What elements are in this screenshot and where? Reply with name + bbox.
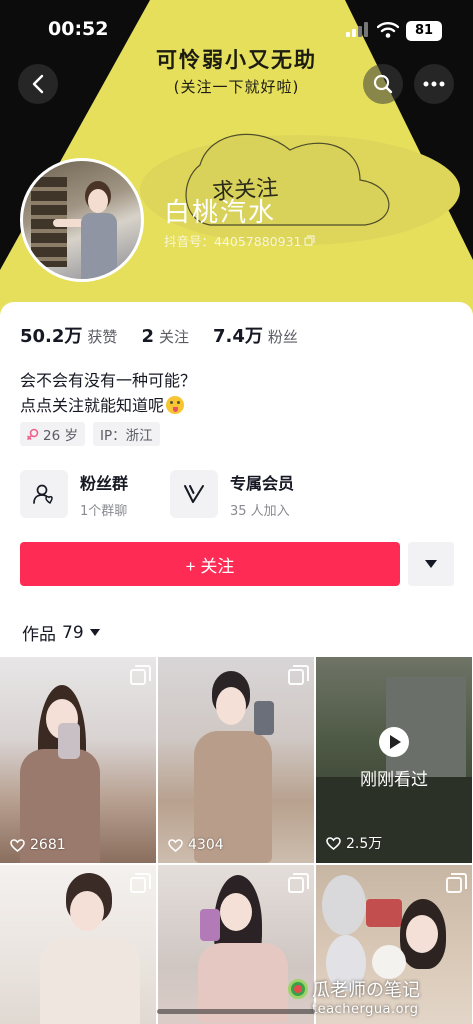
heart-outline-icon — [326, 836, 341, 850]
caret-down-icon — [425, 560, 437, 568]
caret-down-icon — [89, 629, 100, 636]
home-indicator[interactable] — [157, 1009, 315, 1014]
thumbnail-likes: 4304 — [168, 837, 224, 853]
video-thumbnail[interactable]: 刚刚看过 2.5万 — [316, 657, 472, 863]
status-bar: 00:52 81 — [0, 0, 473, 58]
wifi-icon — [377, 22, 399, 38]
avatar[interactable] — [20, 158, 144, 282]
watermark-line2: teachergua.org — [312, 1002, 419, 1017]
more-dots-icon — [423, 81, 445, 87]
thumbnail-likes: 2.5万 — [326, 833, 382, 853]
follow-button-label: + 关注 — [185, 556, 235, 576]
thumbnail-likes-count: 4304 — [188, 837, 224, 853]
video-thumbnail[interactable]: 2681 — [0, 657, 156, 863]
multi-image-icon — [288, 665, 309, 685]
age-tag: 26 岁 — [20, 422, 85, 446]
stat-followers-value: 7.4万 — [212, 326, 263, 347]
member-sub: 35 人加入 — [230, 503, 290, 519]
recently-watched-label: 刚刚看过 — [360, 770, 428, 790]
multi-image-icon — [446, 873, 467, 893]
bio-line-2: 点点关注就能知道呢 — [20, 396, 165, 415]
stat-likes-label: 获赞 — [87, 328, 118, 346]
ip-location-tag: IP：浙江 — [92, 422, 160, 446]
stat-following-value: 2 — [141, 326, 154, 347]
works-tab-count: 79 — [62, 622, 84, 643]
thumbnail-likes: 2681 — [10, 837, 66, 853]
ip-location-text: IP：浙江 — [99, 428, 153, 444]
follow-button[interactable]: + 关注 — [20, 542, 400, 586]
thumbnail-likes-count: 2.5万 — [346, 836, 383, 852]
thumbnail-likes-count: 2681 — [30, 837, 66, 853]
multi-image-icon — [130, 873, 151, 893]
age-tag-text: 26 岁 — [43, 428, 78, 444]
profile-name: 白桃汽水 — [164, 198, 277, 228]
stat-likes-value: 50.2万 — [20, 326, 83, 347]
back-button[interactable] — [18, 64, 58, 104]
fans-group-icon-box — [20, 470, 68, 518]
bio-line-1: 会不会有没有一种可能？ — [20, 371, 197, 390]
member-v-icon — [184, 485, 204, 503]
bio: 会不会有没有一种可能？ 点点关注就能知道呢 — [20, 368, 196, 418]
tongue-wink-emoji-icon — [166, 396, 185, 414]
tab-works[interactable]: 作品 79 — [22, 620, 100, 645]
member-icon-box — [170, 470, 218, 518]
more-options-button[interactable] — [414, 64, 454, 104]
stat-followers-label: 粉丝 — [267, 328, 298, 346]
douyin-id[interactable]: 抖音号：44057880931 — [164, 231, 316, 250]
exclusive-member-entry[interactable]: 专属会员 35 人加入 — [170, 470, 295, 519]
fans-group-entry[interactable]: 粉丝群 1个群聊 — [20, 470, 129, 519]
fans-group-title: 粉丝群 — [80, 473, 129, 493]
chevron-left-icon — [32, 74, 44, 94]
watermelon-logo-icon — [288, 979, 308, 999]
stat-following[interactable]: 2 关注 — [141, 326, 189, 347]
search-icon — [373, 74, 393, 94]
multi-image-icon — [288, 873, 309, 893]
douyin-id-text: 抖音号：44057880931 — [164, 234, 302, 249]
profile-tags: 26 岁 IP：浙江 — [20, 422, 160, 446]
stat-followers[interactable]: 7.4万 粉丝 — [213, 322, 298, 348]
recently-watched-overlay: 刚刚看过 — [316, 727, 472, 790]
profile-content-card: 50.2万 获赞 2 关注 7.4万 粉丝 会不会有没有一种可能？ 点点关注就能… — [0, 302, 473, 1024]
bio-line-2-wrap: 点点关注就能知道呢 — [20, 393, 196, 418]
video-thumbnail[interactable]: 4304 — [158, 657, 314, 863]
fans-group-icon — [33, 484, 53, 504]
status-time: 00:52 — [48, 18, 109, 40]
female-gender-icon — [27, 428, 39, 440]
copy-icon — [304, 235, 316, 246]
stats-row: 50.2万 获赞 2 关注 7.4万 粉丝 — [20, 322, 322, 348]
watermark-line1: 瓜老师の笔记 — [312, 980, 420, 1001]
video-thumbnail[interactable] — [0, 865, 156, 1024]
heart-outline-icon — [168, 838, 183, 852]
stat-likes[interactable]: 50.2万 获赞 — [20, 322, 117, 348]
stat-following-label: 关注 — [158, 328, 189, 346]
works-tab-label: 作品 — [22, 625, 56, 645]
profile-services: 粉丝群 1个群聊 专属会员 35 人加入 — [20, 470, 460, 519]
multi-image-icon — [130, 665, 151, 685]
play-icon — [379, 727, 409, 757]
follow-options-dropdown[interactable] — [408, 542, 454, 586]
member-title: 专属会员 — [230, 473, 295, 493]
cellular-signal-icon — [346, 22, 368, 37]
battery-indicator: 81 — [406, 21, 442, 41]
search-button[interactable] — [363, 64, 403, 104]
works-grid: 2681 4304 刚刚看过 2.5万 — [0, 657, 473, 1024]
heart-outline-icon — [10, 838, 25, 852]
fans-group-sub: 1个群聊 — [80, 503, 128, 519]
